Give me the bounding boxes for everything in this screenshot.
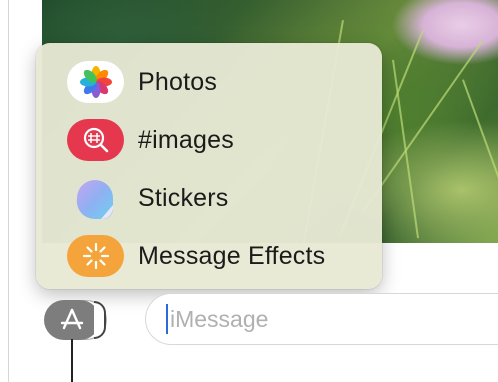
app-drawer-menu: Photos #images Stickers Message Effects	[36, 43, 382, 289]
photos-icon	[67, 61, 124, 103]
left-divider	[8, 0, 9, 382]
text-caret	[166, 304, 168, 334]
menu-item-message-effects[interactable]: Message Effects	[36, 227, 382, 285]
imessage-input[interactable]	[145, 293, 498, 345]
menu-item-label: Message Effects	[138, 241, 326, 270]
menu-item-label: Stickers	[138, 183, 229, 212]
stickers-icon	[67, 177, 124, 220]
apps-button-edge	[94, 301, 106, 339]
apps-button[interactable]	[44, 300, 100, 340]
menu-item-photos[interactable]: Photos	[36, 53, 382, 111]
images-search-icon	[67, 119, 124, 161]
menu-item-label: Photos	[138, 67, 218, 96]
callout-line	[71, 339, 73, 382]
menu-item-stickers[interactable]: Stickers	[36, 169, 382, 227]
menu-item-images[interactable]: #images	[36, 111, 382, 169]
message-effects-icon	[67, 235, 124, 277]
app-store-icon	[60, 308, 84, 330]
menu-item-label: #images	[138, 125, 234, 154]
